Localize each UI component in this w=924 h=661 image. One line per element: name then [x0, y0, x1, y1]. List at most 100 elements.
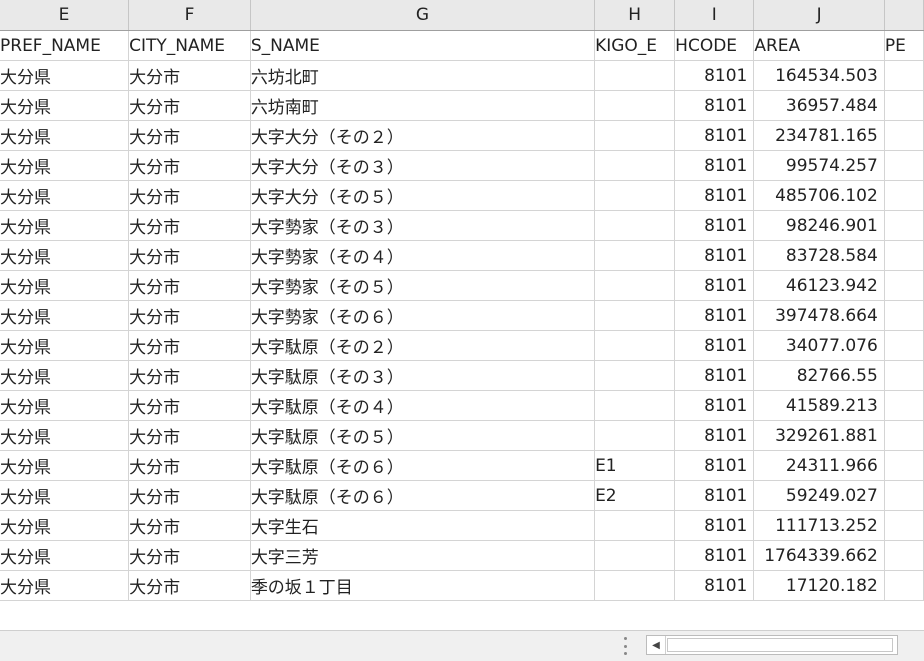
table-cell[interactable] — [884, 510, 924, 541]
table-cell[interactable]: 大字勢家（その６） — [250, 300, 596, 331]
table-cell[interactable]: 六坊南町 — [250, 90, 596, 121]
table-cell[interactable]: 8101 — [674, 330, 755, 361]
column-header-f[interactable]: F — [128, 0, 251, 31]
table-cell[interactable]: 8101 — [674, 90, 755, 121]
field-header-cell[interactable]: PREF_NAME — [0, 30, 130, 61]
table-cell[interactable] — [594, 330, 676, 361]
table-cell[interactable]: 大分市 — [128, 240, 251, 271]
table-cell[interactable]: 大分県 — [0, 270, 130, 301]
table-cell[interactable] — [594, 510, 676, 541]
table-cell[interactable] — [884, 300, 924, 331]
field-header-cell[interactable]: HCODE — [674, 30, 755, 61]
table-cell[interactable]: 8101 — [674, 180, 755, 211]
table-cell[interactable]: 大字大分（その３） — [250, 150, 596, 181]
column-header-e[interactable]: E — [0, 0, 130, 31]
table-cell[interactable]: 大分市 — [128, 150, 251, 181]
table-cell[interactable]: 8101 — [674, 60, 755, 91]
field-header-cell[interactable]: S_NAME — [250, 30, 596, 61]
table-cell[interactable]: 大分県 — [0, 450, 130, 481]
table-cell[interactable]: 大字勢家（その５） — [250, 270, 596, 301]
table-cell[interactable]: 大字駄原（その６） — [250, 480, 596, 511]
table-cell[interactable]: 17120.182 — [753, 570, 885, 601]
table-cell[interactable] — [594, 390, 676, 421]
table-cell[interactable]: 大分県 — [0, 180, 130, 211]
table-cell[interactable]: 8101 — [674, 510, 755, 541]
table-cell[interactable]: 111713.252 — [753, 510, 885, 541]
table-cell[interactable]: 34077.076 — [753, 330, 885, 361]
table-cell[interactable]: 大分市 — [128, 420, 251, 451]
table-cell[interactable]: 8101 — [674, 390, 755, 421]
field-header-cell[interactable]: PE — [884, 30, 924, 61]
table-cell[interactable] — [594, 270, 676, 301]
table-cell[interactable] — [884, 180, 924, 211]
table-cell[interactable]: 8101 — [674, 570, 755, 601]
table-cell[interactable]: 大分市 — [128, 300, 251, 331]
table-cell[interactable]: 8101 — [674, 420, 755, 451]
table-cell[interactable]: 8101 — [674, 210, 755, 241]
table-cell[interactable]: 大分県 — [0, 330, 130, 361]
table-cell[interactable]: 大分市 — [128, 90, 251, 121]
table-cell[interactable]: 大分県 — [0, 510, 130, 541]
field-header-cell[interactable]: AREA — [753, 30, 885, 61]
table-cell[interactable]: 大分県 — [0, 300, 130, 331]
table-cell[interactable] — [884, 540, 924, 571]
table-cell[interactable]: 大分県 — [0, 420, 130, 451]
table-cell[interactable]: 大分市 — [128, 60, 251, 91]
table-cell[interactable] — [594, 420, 676, 451]
table-cell[interactable] — [594, 120, 676, 151]
table-cell[interactable] — [884, 90, 924, 121]
table-cell[interactable]: 36957.484 — [753, 90, 885, 121]
table-cell[interactable]: 大分市 — [128, 360, 251, 391]
table-cell[interactable] — [884, 120, 924, 151]
table-cell[interactable]: 季の坂１丁目 — [250, 570, 596, 601]
table-cell[interactable] — [884, 240, 924, 271]
table-cell[interactable]: 24311.966 — [753, 450, 885, 481]
table-cell[interactable]: 大分県 — [0, 480, 130, 511]
table-cell[interactable]: 大字駄原（その２） — [250, 330, 596, 361]
table-cell[interactable] — [594, 300, 676, 331]
table-cell[interactable]: 59249.027 — [753, 480, 885, 511]
table-cell[interactable]: 8101 — [674, 300, 755, 331]
table-cell[interactable]: 234781.165 — [753, 120, 885, 151]
table-cell[interactable] — [884, 270, 924, 301]
table-cell[interactable]: 46123.942 — [753, 270, 885, 301]
column-header-g[interactable]: G — [250, 0, 596, 31]
table-cell[interactable]: 大字勢家（その３） — [250, 210, 596, 241]
table-cell[interactable] — [884, 390, 924, 421]
table-cell[interactable] — [884, 150, 924, 181]
column-header-next[interactable] — [884, 0, 924, 31]
table-cell[interactable]: 485706.102 — [753, 180, 885, 211]
table-cell[interactable]: 8101 — [674, 360, 755, 391]
table-cell[interactable]: 8101 — [674, 270, 755, 301]
table-cell[interactable] — [594, 150, 676, 181]
field-header-cell[interactable]: KIGO_E — [594, 30, 676, 61]
table-cell[interactable]: 98246.901 — [753, 210, 885, 241]
table-cell[interactable]: 8101 — [674, 450, 755, 481]
table-cell[interactable]: 大分市 — [128, 540, 251, 571]
table-cell[interactable]: 8101 — [674, 240, 755, 271]
table-cell[interactable]: 41589.213 — [753, 390, 885, 421]
table-cell[interactable]: 大分県 — [0, 540, 130, 571]
table-cell[interactable] — [884, 570, 924, 601]
table-cell[interactable]: 大字駄原（その３） — [250, 360, 596, 391]
table-cell[interactable]: 大分県 — [0, 570, 130, 601]
column-header-j[interactable]: J — [753, 0, 885, 31]
table-cell[interactable]: 大分市 — [128, 450, 251, 481]
table-cell[interactable]: 大分市 — [128, 210, 251, 241]
scroll-left-icon[interactable]: ◀ — [647, 636, 666, 654]
table-cell[interactable]: 大分県 — [0, 360, 130, 391]
table-cell[interactable] — [884, 210, 924, 241]
horizontal-scrollbar[interactable]: ◀ — [646, 635, 898, 655]
table-cell[interactable]: 大字駄原（その５） — [250, 420, 596, 451]
table-cell[interactable]: 大分市 — [128, 330, 251, 361]
splitter-handle[interactable] — [622, 637, 628, 655]
table-cell[interactable]: 大分県 — [0, 60, 130, 91]
table-cell[interactable] — [884, 360, 924, 391]
table-cell[interactable] — [884, 330, 924, 361]
table-cell[interactable]: 8101 — [674, 540, 755, 571]
table-cell[interactable]: 99574.257 — [753, 150, 885, 181]
table-cell[interactable]: 164534.503 — [753, 60, 885, 91]
table-cell[interactable] — [884, 450, 924, 481]
table-cell[interactable] — [594, 540, 676, 571]
table-cell[interactable]: 大分県 — [0, 150, 130, 181]
